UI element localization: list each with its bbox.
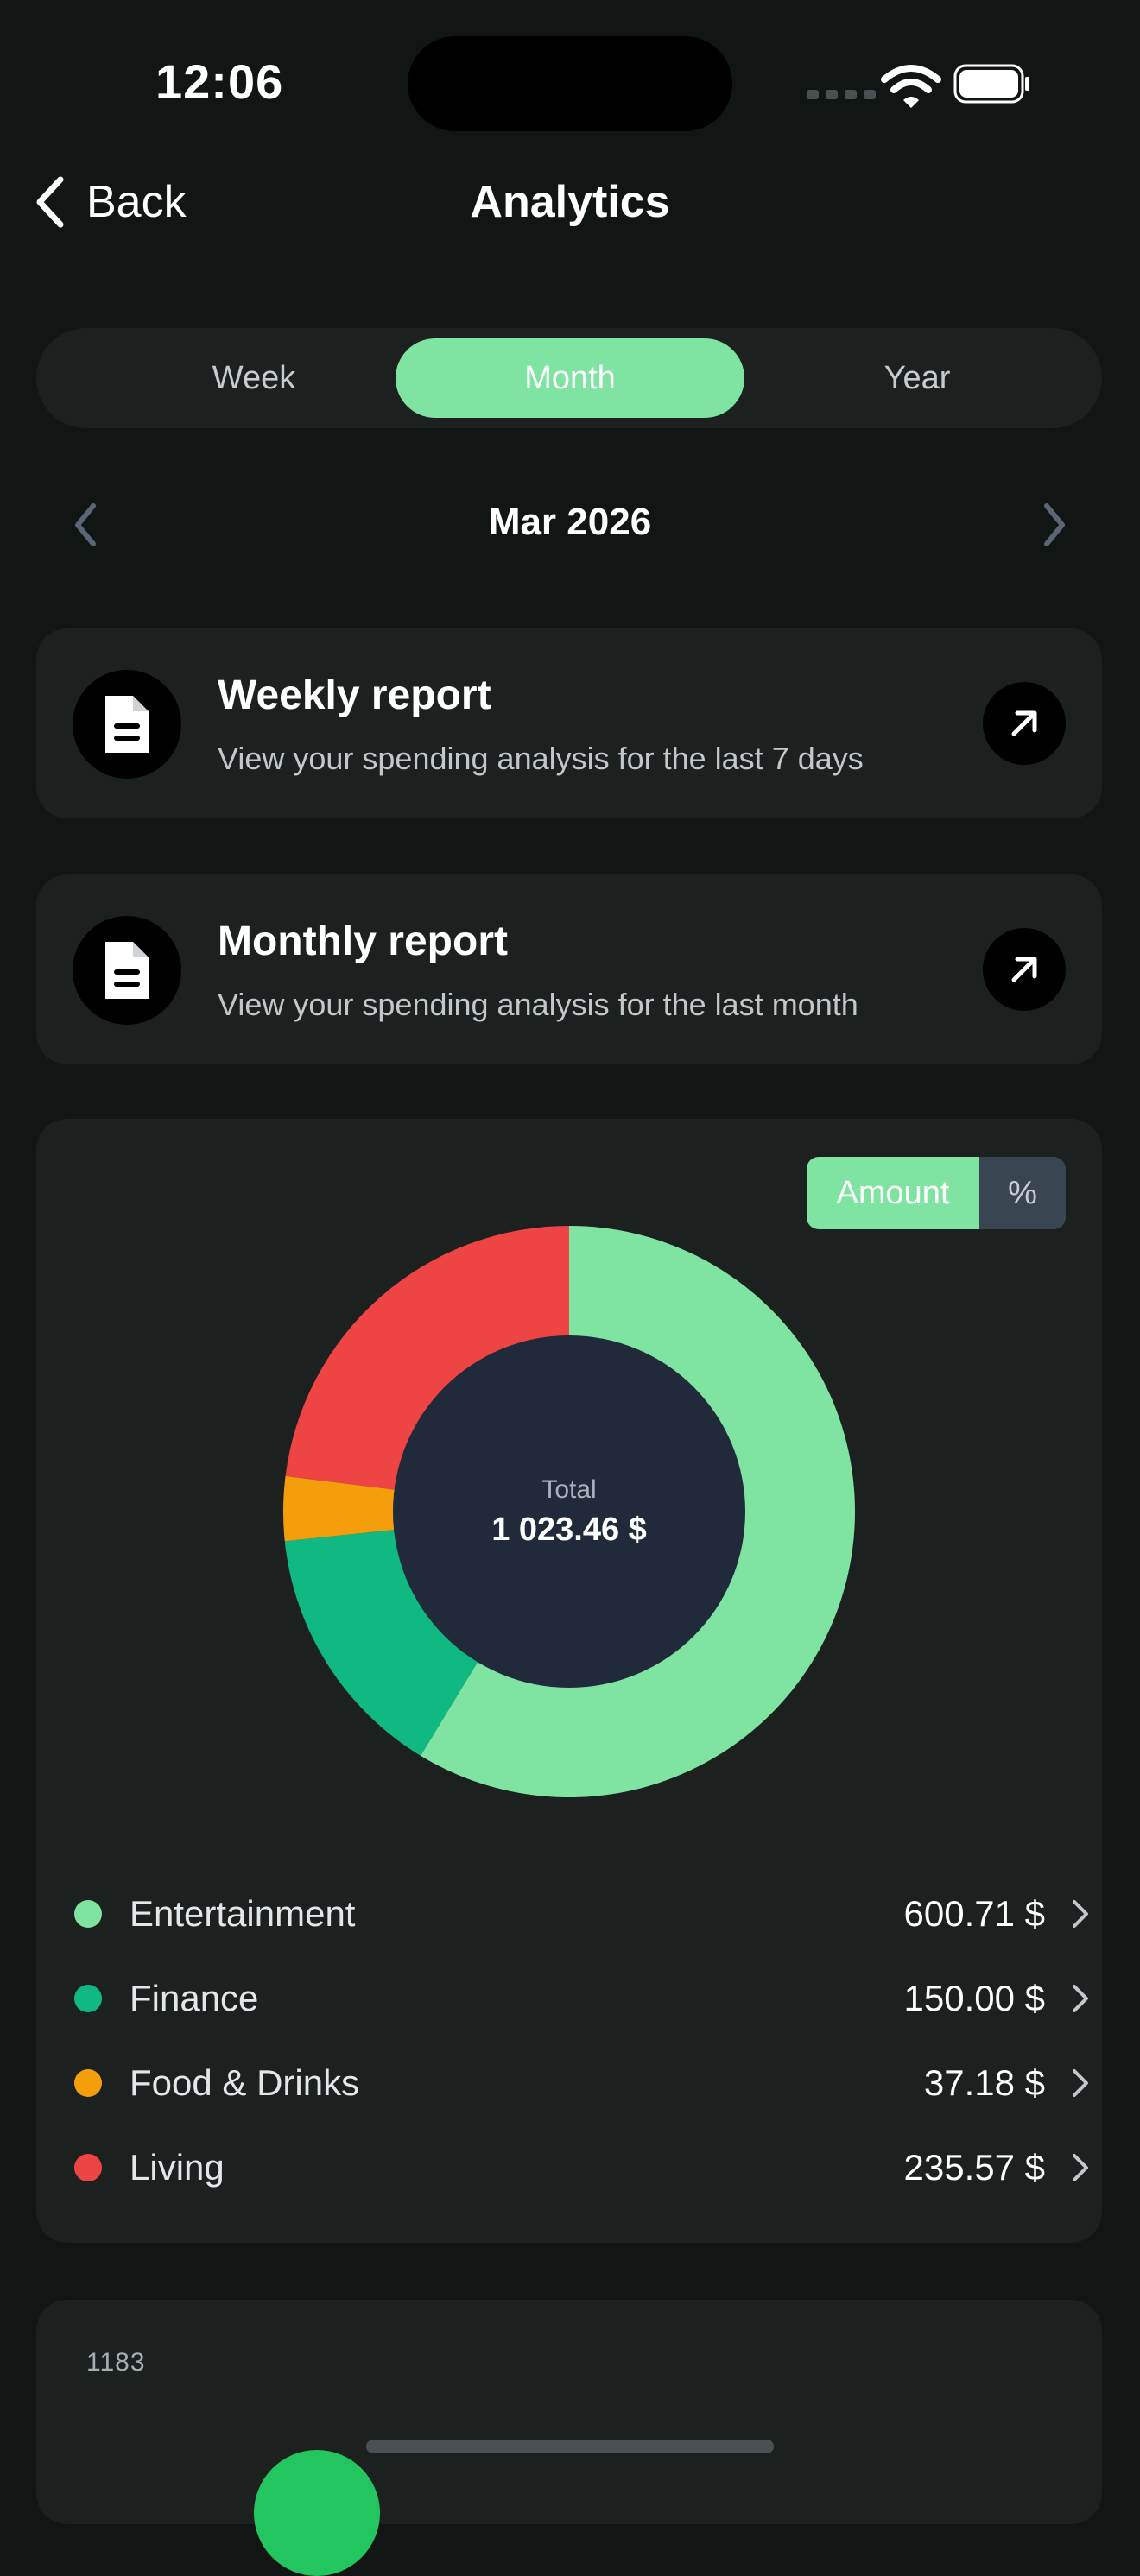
chevron-right-icon (1073, 2154, 1088, 2181)
percent-toggle[interactable]: % (979, 1157, 1066, 1229)
monthly-report-card[interactable]: Monthly report View your spending analys… (36, 874, 1102, 1064)
donut-center-value: 1 023.46 $ (491, 1512, 647, 1548)
segment-month[interactable]: Month (396, 338, 744, 418)
report-title: Monthly report (218, 919, 508, 964)
legend-dot (74, 2154, 102, 2181)
report-subtitle: View your spending analysis for the last… (218, 741, 864, 776)
legend-dot (74, 2069, 102, 2097)
open-report-button[interactable] (983, 928, 1066, 1011)
battery-icon (953, 64, 1029, 104)
legend-amount: 37.18 $ (923, 2062, 1045, 2103)
report-title: Weekly report (218, 672, 491, 718)
legend-dot (74, 1985, 102, 2012)
legend-category: Living (130, 2147, 225, 2188)
legend-amount: 600.71 $ (903, 1893, 1046, 1934)
period-segmented-control: Week Month Year (36, 328, 1102, 428)
chevron-right-icon (1073, 2069, 1088, 2097)
y-axis-max-label: 1183 (86, 2348, 146, 2377)
arrow-up-right-icon (1011, 957, 1037, 982)
page-title: Analytics (470, 177, 670, 227)
spending-donut-chart: Total 1 023.46 $ (283, 1226, 855, 1797)
donut-center-label: Total (542, 1475, 596, 1504)
legend-category: Finance (130, 1978, 259, 2018)
status-time: 12:06 (155, 54, 284, 109)
amount-toggle[interactable]: Amount (807, 1157, 979, 1229)
trend-chart-card: 1183 (36, 2300, 1102, 2576)
legend-category: Food & Drinks (130, 2062, 360, 2103)
cellular-signal-icon (807, 90, 876, 99)
legend-amount: 235.57 $ (903, 2147, 1046, 2188)
open-report-button[interactable] (983, 682, 1066, 765)
arrow-up-right-icon (1011, 710, 1037, 736)
document-icon (73, 670, 181, 779)
legend-amount: 150.00 $ (903, 1978, 1046, 2018)
value-mode-toggle: Amount % (807, 1157, 1066, 1229)
wifi-icon (881, 65, 941, 108)
spending-chart-card: Amount % Total 1 023.46 $ Entertainment … (36, 1119, 1102, 2243)
segment-year[interactable]: Year (743, 338, 1092, 418)
document-icon (73, 916, 181, 1025)
period-label: Mar 2026 (488, 501, 652, 543)
legend-row-food-drinks[interactable]: Food & Drinks 37.18 $ (73, 2041, 1092, 2125)
next-period-button[interactable] (1033, 499, 1074, 551)
legend-row-living[interactable]: Living 235.57 $ (73, 2125, 1092, 2210)
dynamic-island (408, 36, 732, 131)
legend-row-finance[interactable]: Finance 150.00 $ (73, 1956, 1092, 2041)
chevron-right-icon (1073, 1900, 1088, 1928)
report-subtitle: View your spending analysis for the last… (218, 987, 858, 1022)
legend-dot (74, 1900, 102, 1928)
home-indicator (366, 2440, 774, 2453)
legend-category: Entertainment (130, 1893, 356, 1934)
chevron-right-icon (1073, 1985, 1088, 2012)
chart-bubble (254, 2450, 380, 2576)
legend-row-entertainment[interactable]: Entertainment 600.71 $ (73, 1872, 1092, 1956)
weekly-report-card[interactable]: Weekly report View your spending analysi… (36, 628, 1102, 818)
segment-week[interactable]: Week (79, 338, 428, 418)
